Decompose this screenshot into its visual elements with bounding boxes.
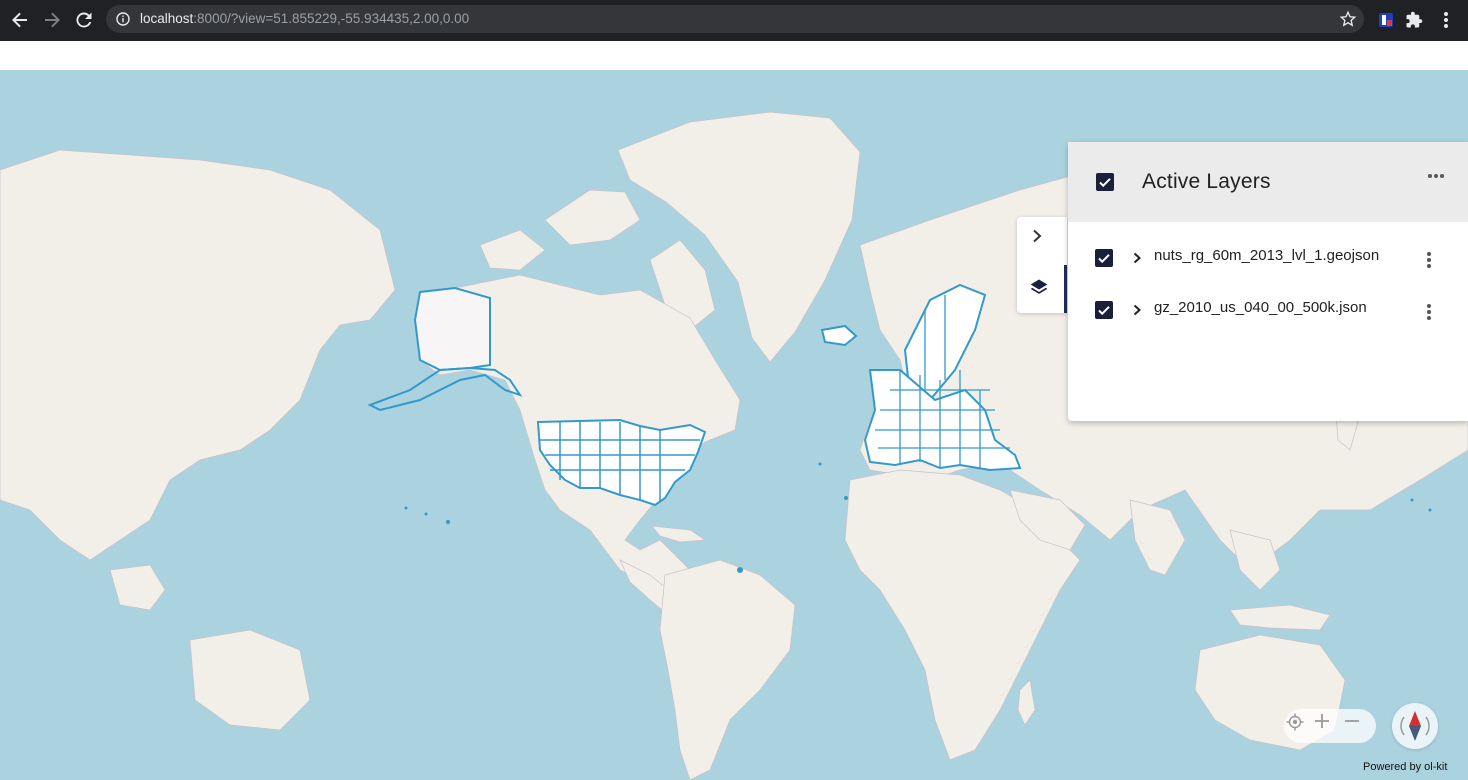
land-cuba xyxy=(651,525,707,543)
info-icon[interactable] xyxy=(112,7,134,31)
land-asia-west-edge xyxy=(0,149,396,561)
layers-icon[interactable] xyxy=(1029,277,1053,301)
url-path: :8000/?view=51.855229,-55.934435,2.00,0.… xyxy=(193,11,470,26)
layer-row[interactable]: gz_2010_us_040_00_500k.json xyxy=(1068,298,1468,350)
active-tab-indicator xyxy=(1064,265,1067,313)
land-india xyxy=(1129,499,1186,576)
panel-title: Active Layers xyxy=(1142,170,1271,193)
locate-icon[interactable] xyxy=(1286,713,1312,739)
expand-chevron-icon[interactable] xyxy=(1125,246,1149,270)
compass-icon[interactable] xyxy=(1392,703,1438,749)
url-host: localhost xyxy=(140,11,194,26)
land-south-america xyxy=(659,559,796,780)
layers-toggle-panel xyxy=(1017,217,1067,313)
map-zoom-controls xyxy=(1284,709,1376,743)
chevron-right-icon[interactable] xyxy=(1030,229,1054,253)
browser-toolbar: localhost:8000/?view=51.855229,-55.93443… xyxy=(0,0,1468,41)
land-arctic-islands xyxy=(544,189,641,246)
reload-icon[interactable] xyxy=(72,8,96,32)
land-arctic-west xyxy=(479,229,546,271)
layer-options-icon[interactable] xyxy=(1417,300,1441,324)
puzzle-icon[interactable] xyxy=(1402,8,1426,32)
layer-name: nuts_rg_60m_2013_lvl_1.geojson xyxy=(1154,247,1380,264)
attribution-text: Powered by ol-kit xyxy=(1363,761,1448,773)
star-icon[interactable] xyxy=(1336,7,1360,31)
layers-panel-header: Active Layers xyxy=(1068,142,1468,222)
layer-row[interactable]: nuts_rg_60m_2013_lvl_1.geojson xyxy=(1068,246,1468,298)
forward-arrow-icon[interactable] xyxy=(40,8,64,32)
active-layers-panel: Active Layers nuts_rg_60m_2013_lvl_1.geo… xyxy=(1068,142,1468,421)
layer-visibility-checkbox[interactable] xyxy=(1095,301,1113,319)
expand-chevron-icon[interactable] xyxy=(1125,298,1149,322)
layer-name: gz_2010_us_040_00_500k.json xyxy=(1154,299,1367,316)
land-west-islands xyxy=(109,564,166,611)
land-madagascar xyxy=(1017,679,1036,726)
url-text: localhost:8000/?view=51.855229,-55.93443… xyxy=(140,11,469,26)
back-arrow-icon[interactable] xyxy=(8,8,32,32)
zoom-in-icon[interactable] xyxy=(1314,713,1340,739)
land-indonesia xyxy=(1229,604,1331,631)
land-west-australia xyxy=(189,629,311,731)
layer-options-icon[interactable] xyxy=(1417,248,1441,272)
layer-visibility-checkbox[interactable] xyxy=(1095,249,1113,267)
page-header-strip xyxy=(0,41,1468,70)
select-all-checkbox[interactable] xyxy=(1096,173,1114,191)
address-bar[interactable]: localhost:8000/?view=51.855229,-55.93443… xyxy=(106,5,1364,33)
more-horizontal-icon[interactable] xyxy=(1424,164,1448,188)
extension-shield-icon[interactable] xyxy=(1374,8,1398,32)
kebab-menu-icon[interactable] xyxy=(1434,8,1458,32)
zoom-out-icon[interactable] xyxy=(1344,713,1370,739)
